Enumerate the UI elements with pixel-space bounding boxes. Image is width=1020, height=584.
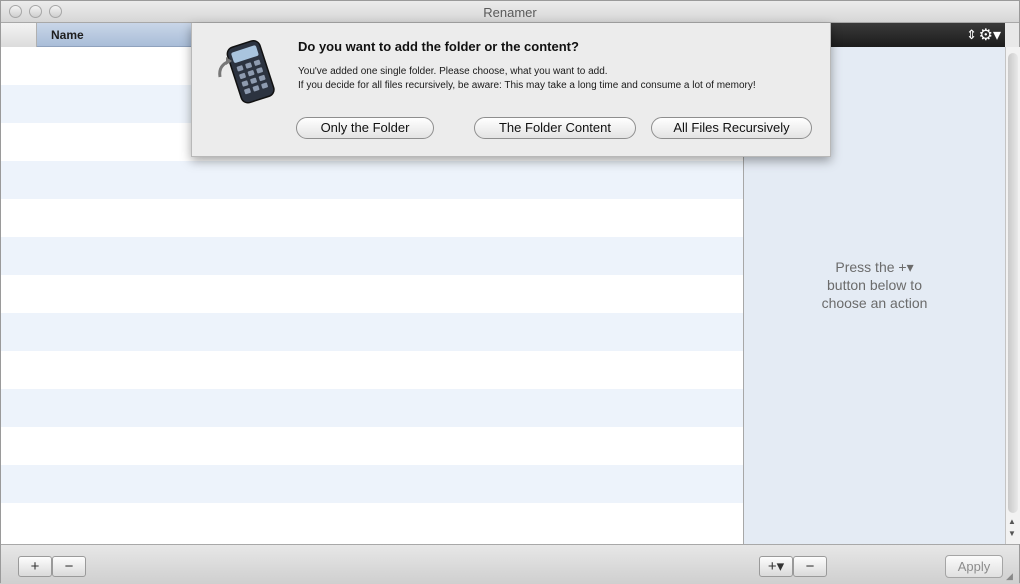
table-row[interactable] [1,161,743,199]
add-folder-dialog: Do you want to add the folder or the con… [191,23,831,157]
scrollbar-thumb[interactable] [1008,53,1018,513]
action-hint: Press the +▾ button below to choose an a… [744,258,1005,312]
window-title: Renamer [483,5,537,20]
folder-content-button[interactable]: The Folder Content [474,117,636,139]
gear-icon[interactable]: ⚙▾ [979,25,1001,45]
table-row[interactable] [1,351,743,389]
checkbox-column-header[interactable] [1,23,37,47]
table-row[interactable] [1,465,743,503]
hint-line-2: button below to [827,277,922,293]
table-row[interactable] [1,503,743,541]
dialog-message: You've added one single folder. Please c… [298,65,818,93]
table-row[interactable] [1,313,743,351]
table-row[interactable] [1,237,743,275]
only-folder-button[interactable]: Only the Folder [296,117,434,139]
sort-stepper-icon[interactable]: ⇕ [966,27,977,43]
vertical-scrollbar[interactable]: ▲ ▼ [1005,47,1020,544]
dialog-message-line-1: You've added one single folder. Please c… [298,66,608,77]
bottom-bar: + − +▾ − Apply ◢ [1,544,1019,584]
hint-line-1: Press the +▾ [835,259,914,275]
table-row[interactable] [1,389,743,427]
scroll-up-arrow-icon[interactable]: ▲ [1008,517,1016,526]
resize-grip-icon[interactable]: ◢ [1006,571,1016,581]
apply-button[interactable]: Apply [945,555,1003,578]
all-files-recursively-button[interactable]: All Files Recursively [651,117,812,139]
table-row[interactable] [1,275,743,313]
calculator-app-icon [218,39,275,104]
add-action-button[interactable]: +▾ [759,556,793,577]
table-row[interactable] [1,427,743,465]
remove-action-button[interactable]: − [793,556,827,577]
scroll-down-arrow-icon[interactable]: ▼ [1008,529,1016,538]
table-row[interactable] [1,199,743,237]
remove-file-button[interactable]: − [52,556,86,577]
renamer-window: Renamer Name ⇕ ⚙▾ Press the +▾ button be… [0,0,1020,584]
dialog-headline: Do you want to add the folder or the con… [298,39,579,54]
title-bar[interactable]: Renamer [1,1,1019,23]
name-column-header[interactable]: Name [51,28,84,42]
dialog-message-line-2: If you decide for all files recursively,… [298,80,756,91]
add-file-button[interactable]: + [18,556,52,577]
hint-line-3: choose an action [821,295,928,311]
